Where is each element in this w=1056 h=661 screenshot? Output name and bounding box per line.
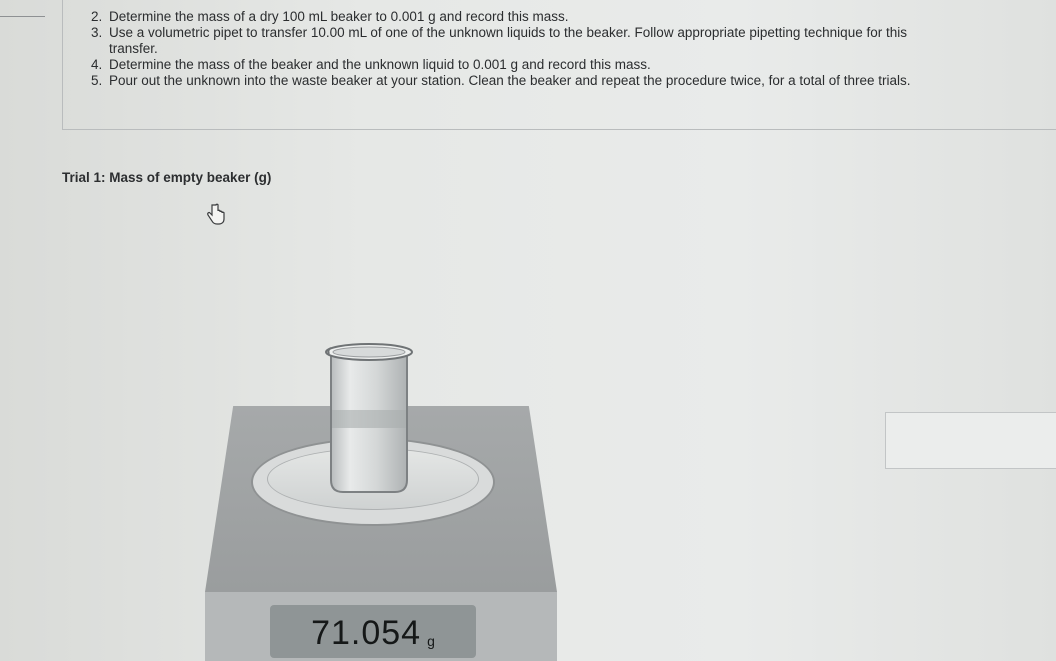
- scale-display: 71.054 g: [270, 605, 476, 658]
- instructions-region: 2. Determine the mass of a dry 100 mL bea…: [0, 0, 1056, 130]
- trial-label: Trial 1: Mass of empty beaker (g): [62, 170, 272, 185]
- instructions-box: 2. Determine the mass of a dry 100 mL bea…: [62, 0, 1056, 130]
- hand-pointer-icon: [205, 203, 225, 225]
- balance-scale: 71.054 g: [195, 330, 565, 661]
- mass-unit: g: [427, 633, 435, 649]
- instruction-step-4: 4. Determine the mass of the beaker and t…: [91, 57, 651, 72]
- divider: [0, 16, 45, 17]
- instruction-step-3: 3. Use a volumetric pipet to transfer 10.…: [91, 25, 907, 40]
- beaker[interactable]: [323, 340, 415, 495]
- instruction-step-3-continued: transfer.: [109, 41, 158, 56]
- answer-input-box[interactable]: [885, 412, 1056, 469]
- mass-reading: 71.054: [311, 614, 422, 652]
- instruction-step-5: 5. Pour out the unknown into the waste be…: [91, 73, 911, 88]
- instruction-step-2: 2. Determine the mass of a dry 100 mL bea…: [91, 9, 569, 24]
